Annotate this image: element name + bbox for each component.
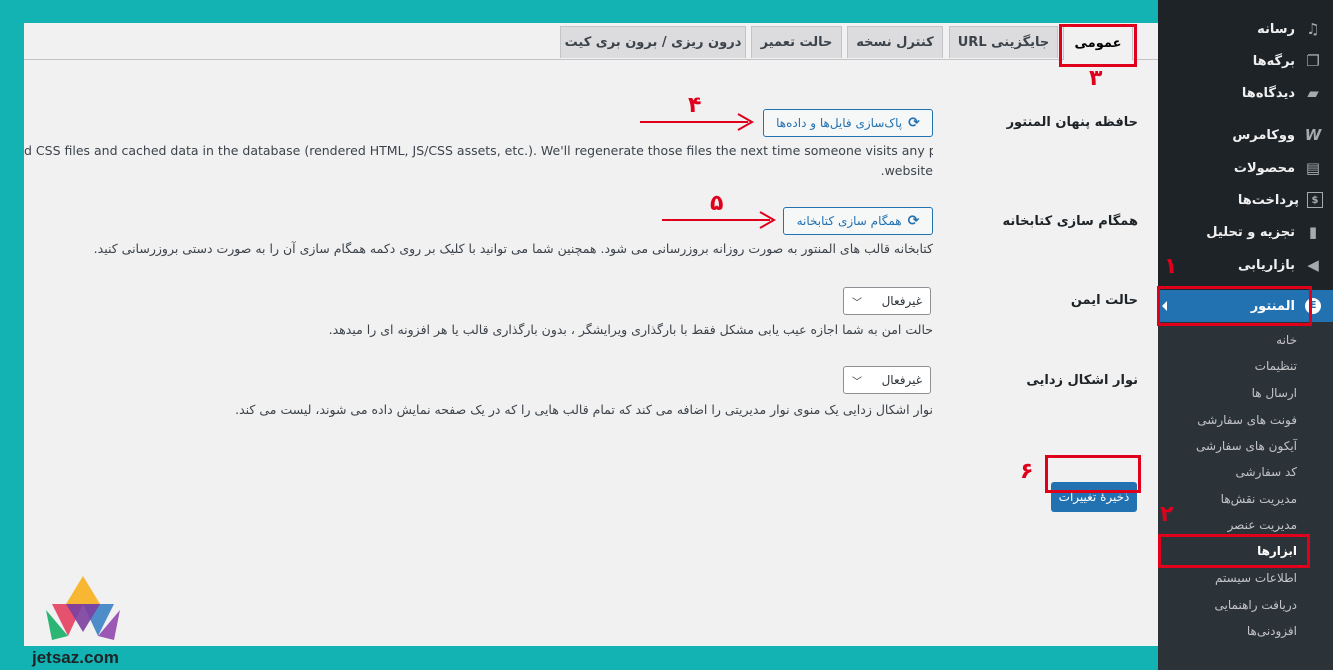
menu-label: رسانه bbox=[1257, 21, 1295, 37]
tab-label: جایگزینی URL bbox=[957, 35, 1050, 50]
step-number-4: ۴ bbox=[688, 93, 702, 118]
submenu-item-role-manager[interactable]: مدیریت نقش‌ها bbox=[1158, 486, 1333, 512]
clear-cache-button[interactable]: ⟳ پاک‌سازی فایل‌ها و داده‌ها bbox=[763, 109, 933, 137]
media-icon: ♫ bbox=[1306, 20, 1320, 38]
sync-library-button[interactable]: ⟳ همگام سازی کتابخانه bbox=[783, 207, 933, 235]
safe-mode-select[interactable]: غیرفعال ﹀ bbox=[843, 287, 931, 315]
tab-maintenance-mode[interactable]: حالت تعمیر bbox=[751, 26, 842, 58]
settings-panel: عمومی جایگزینی URL کنترل نسخه حالت تعمیر… bbox=[24, 23, 1158, 646]
menu-label: المنتور bbox=[1250, 298, 1295, 314]
menu-item-marketing[interactable]: بازاریابی ◀ bbox=[1158, 249, 1333, 281]
sync-library-label: همگام سازی کتابخانه bbox=[796, 214, 902, 228]
submenu-item-system-info[interactable]: اطلاعات سیستم bbox=[1158, 565, 1333, 591]
debug-bar-description: نوار اشکال زدایی یک منوی نوار مدیریتی را… bbox=[235, 402, 933, 417]
tab-label: کنترل نسخه bbox=[856, 35, 934, 50]
watermark-text: jetsaz.com bbox=[32, 648, 119, 667]
step-number-3: ۳ bbox=[1089, 66, 1103, 91]
tab-label: حالت تعمیر bbox=[760, 35, 833, 50]
menu-label: برگه‌ها bbox=[1252, 53, 1295, 69]
step-number-6: ۶ bbox=[1020, 459, 1034, 484]
sync-icon: ⟳ bbox=[907, 213, 920, 229]
library-description: کتابخانه قالب های المنتور به صورت روزانه… bbox=[93, 241, 933, 256]
library-sync-label: همگام سازی کتابخانه bbox=[1002, 214, 1138, 229]
submenu-item-get-help[interactable]: دریافت راهنمایی bbox=[1158, 592, 1333, 618]
submenu-label: مدیریت نقش‌ها bbox=[1220, 492, 1297, 506]
clear-cache-label: پاک‌سازی فایل‌ها و داده‌ها bbox=[776, 116, 903, 130]
submenu-label: مدیریت عنصر bbox=[1227, 518, 1297, 532]
payments-icon: $ bbox=[1307, 192, 1323, 208]
submenu-label: فونت های سفارشی bbox=[1197, 413, 1297, 427]
menu-item-pages[interactable]: برگه‌ها ❐ bbox=[1158, 45, 1333, 77]
submenu-label: ابزارها bbox=[1257, 544, 1297, 558]
menu-label: تجزیه و تحلیل bbox=[1206, 224, 1295, 240]
pages-icon: ❐ bbox=[1306, 52, 1320, 70]
submenu-item-custom-fonts[interactable]: فونت های سفارشی bbox=[1158, 407, 1333, 433]
cache-label: حافظه پنهان المنتور bbox=[1006, 115, 1138, 130]
step-number-1: ۱ bbox=[1164, 254, 1178, 279]
tab-label: درون ریزی / برون بری کیت bbox=[564, 35, 742, 50]
menu-label: محصولات bbox=[1233, 160, 1295, 176]
chevron-down-icon: ﹀ bbox=[852, 376, 862, 388]
tab-version-control[interactable]: کنترل نسخه bbox=[847, 26, 943, 58]
debug-bar-label: نوار اشکال زدایی bbox=[1026, 373, 1138, 388]
debug-bar-value: غیرفعال bbox=[881, 373, 922, 387]
menu-item-elementor[interactable]: المنتور E bbox=[1158, 290, 1333, 322]
step-number-2: ۲ bbox=[1160, 502, 1174, 527]
menu-item-payments[interactable]: پرداخت‌ها $ bbox=[1158, 184, 1333, 216]
tab-label: عمومی bbox=[1074, 36, 1122, 51]
tab-bar: عمومی جایگزینی URL کنترل نسخه حالت تعمیر… bbox=[24, 23, 1158, 60]
submenu-item-addons[interactable]: افزودنی‌ها bbox=[1158, 618, 1333, 644]
watermark: jetsaz.com bbox=[30, 574, 140, 670]
menu-item-woocommerce[interactable]: ووکامرس W bbox=[1158, 119, 1333, 151]
submenu-item-settings[interactable]: تنظیمات bbox=[1158, 353, 1333, 379]
menu-label: ووکامرس bbox=[1232, 127, 1295, 143]
menu-item-comments[interactable]: دیدگاه‌ها ▰ bbox=[1158, 77, 1333, 109]
analytics-icon: ▮ bbox=[1308, 223, 1318, 241]
submenu-label: آیکون های سفارشی bbox=[1196, 439, 1297, 453]
safe-mode-description: حالت امن به شما اجازه عیب یابی مشکل فقط … bbox=[328, 322, 933, 337]
debug-bar-select[interactable]: غیرفعال ﹀ bbox=[843, 366, 931, 394]
submenu-label: دریافت راهنمایی bbox=[1214, 598, 1297, 612]
submenu-item-tools[interactable]: ابزارها bbox=[1158, 538, 1333, 564]
chevron-down-icon: ﹀ bbox=[852, 297, 862, 309]
submenu-label: خانه bbox=[1276, 333, 1297, 347]
submenu-label: تنظیمات bbox=[1254, 359, 1297, 373]
jetsaz-logo-icon bbox=[46, 576, 120, 640]
submenu-label: افزودنی‌ها bbox=[1246, 624, 1297, 638]
tab-import-export-kit[interactable]: درون ریزی / برون بری کیت bbox=[560, 26, 746, 58]
safe-mode-label: حالت ایمن bbox=[1070, 293, 1138, 308]
step-number-5: ۵ bbox=[710, 191, 724, 216]
cache-description: d CSS files and cached data in the datab… bbox=[24, 143, 933, 158]
elementor-icon: E bbox=[1303, 296, 1323, 316]
submenu-label: اطلاعات سیستم bbox=[1215, 571, 1297, 585]
settings-content: حافظه پنهان المنتور ⟳ پاک‌سازی فایل‌ها و… bbox=[24, 60, 1158, 646]
menu-label: پرداخت‌ها bbox=[1237, 192, 1299, 208]
tab-replace-url[interactable]: جایگزینی URL bbox=[949, 26, 1058, 58]
submenu-label: کد سفارشی bbox=[1235, 465, 1297, 479]
submenu-item-custom-icons[interactable]: آیکون های سفارشی bbox=[1158, 433, 1333, 459]
woocommerce-icon: W bbox=[1304, 126, 1322, 144]
tab-general[interactable]: عمومی bbox=[1063, 26, 1133, 60]
menu-item-products[interactable]: محصولات ▤ bbox=[1158, 152, 1333, 184]
marketing-icon: ◀ bbox=[1307, 256, 1319, 274]
cache-description-2: .website bbox=[880, 163, 933, 178]
submenu-item-home[interactable]: خانه bbox=[1158, 327, 1333, 353]
comments-icon: ▰ bbox=[1307, 84, 1319, 102]
admin-sidebar: رسانه ♫ برگه‌ها ❐ دیدگاه‌ها ▰ ووکامرس W محصو… bbox=[1158, 0, 1333, 670]
sync-icon: ⟳ bbox=[908, 115, 920, 131]
submenu-item-custom-code[interactable]: کد سفارشی bbox=[1158, 459, 1333, 485]
current-menu-pointer bbox=[1162, 301, 1167, 311]
menu-item-media[interactable]: رسانه ♫ bbox=[1158, 13, 1333, 45]
submenu-item-submissions[interactable]: ارسال ها bbox=[1158, 380, 1333, 406]
submenu-label: ارسال ها bbox=[1251, 386, 1297, 400]
menu-item-analytics[interactable]: تجزیه و تحلیل ▮ bbox=[1158, 216, 1333, 248]
safe-mode-value: غیرفعال bbox=[881, 294, 922, 308]
save-changes-button[interactable]: ذخیرهٔ تغییرات bbox=[1051, 482, 1137, 512]
products-icon: ▤ bbox=[1305, 159, 1321, 177]
menu-label: دیدگاه‌ها bbox=[1241, 85, 1295, 101]
menu-label: بازاریابی bbox=[1238, 257, 1295, 273]
submenu-item-element-manager[interactable]: مدیریت عنصر bbox=[1158, 512, 1333, 538]
